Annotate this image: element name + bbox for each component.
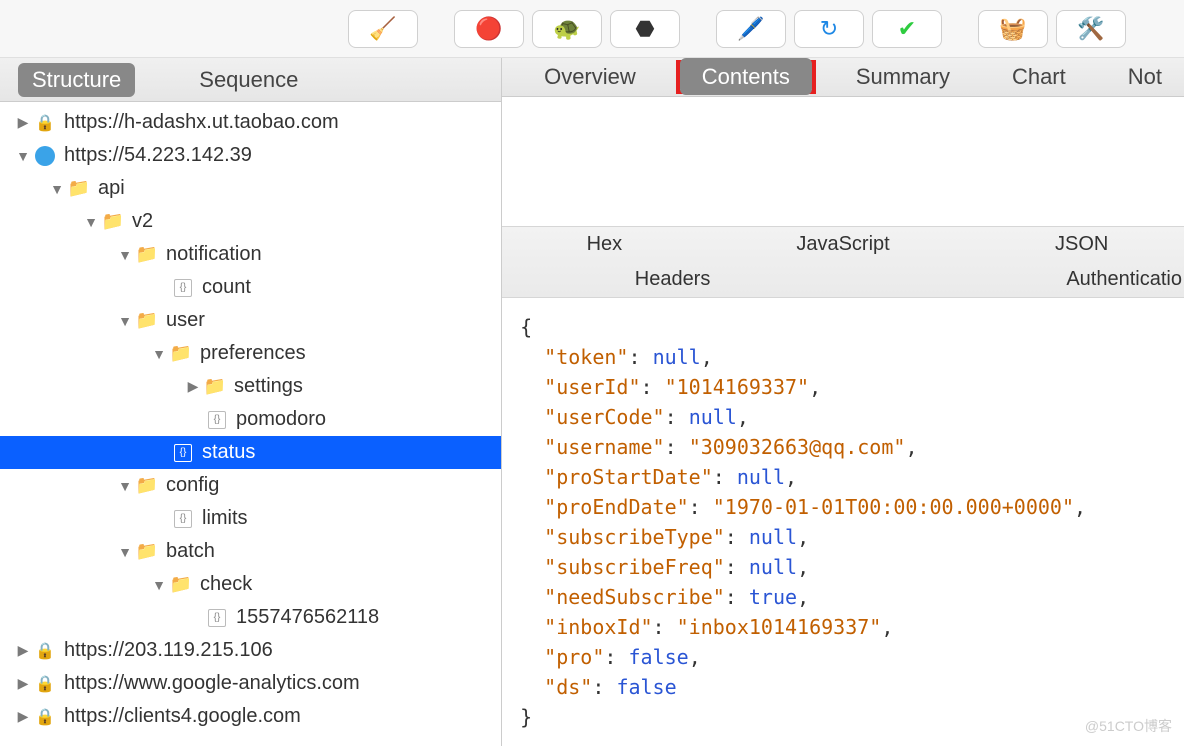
lock-icon: 🔒 (32, 707, 58, 727)
watermark: @51CTO博客 (1085, 716, 1172, 736)
chevron-right-icon: ▶ (14, 708, 32, 725)
subtab-headers[interactable]: Headers (502, 262, 843, 297)
chevron-down-icon: ▼ (116, 544, 134, 560)
chevron-down-icon: ▼ (116, 313, 134, 329)
tab-contents[interactable]: Contents (680, 58, 812, 95)
tree-folder[interactable]: ▼📁api (0, 172, 501, 205)
tab-chart[interactable]: Chart (990, 58, 1088, 96)
tree-folder[interactable]: ▼📁preferences (0, 337, 501, 370)
file-icon: {} (170, 279, 196, 297)
subtab-json[interactable]: JSON (979, 227, 1184, 262)
tree-folder[interactable]: ▼📁notification (0, 238, 501, 271)
pen-icon: 🖊️ (737, 16, 764, 42)
folder-icon: 📁 (134, 310, 160, 331)
file-icon: {} (204, 411, 230, 429)
repeat-button[interactable]: ↻ (794, 10, 864, 48)
file-icon: {} (170, 510, 196, 528)
record-icon: 🔴 (475, 16, 502, 42)
lock-icon: 🔒 (32, 674, 58, 694)
tree-file[interactable]: {}limits (0, 502, 501, 535)
tree-folder[interactable]: ▶📁settings (0, 370, 501, 403)
tree-folder[interactable]: ▼📁user (0, 304, 501, 337)
toolbar: 🧹 🔴 🐢 ⬣ 🖊️ ↻ ✔ 🧺 🛠️ (0, 0, 1184, 58)
throttle-button[interactable]: 🐢 (532, 10, 602, 48)
chevron-down-icon: ▼ (116, 247, 134, 263)
tree-file-selected[interactable]: {}status (0, 436, 501, 469)
chevron-down-icon: ▼ (82, 214, 100, 230)
tree-host[interactable]: ▶🔒https://203.119.215.106 (0, 634, 501, 667)
folder-icon: 📁 (134, 541, 160, 562)
broom-icon: 🧹 (369, 16, 396, 42)
request-blank-area (502, 97, 1184, 226)
tree-host[interactable]: ▼https://54.223.142.39 (0, 139, 501, 172)
turtle-icon: 🐢 (553, 16, 580, 42)
chevron-right-icon: ▶ (14, 642, 32, 659)
tab-structure[interactable]: Structure (18, 63, 135, 97)
folder-icon: 📁 (134, 244, 160, 265)
tree-host[interactable]: ▶🔒https://clients4.google.com (0, 700, 501, 733)
breakpoint-button[interactable]: ⬣ (610, 10, 680, 48)
folder-icon: 📁 (168, 343, 194, 364)
record-button[interactable]: 🔴 (454, 10, 524, 48)
tree-folder[interactable]: ▼📁config (0, 469, 501, 502)
purchase-button[interactable]: 🧺 (978, 10, 1048, 48)
highlight-box: Contents (676, 60, 816, 94)
lock-icon: 🔒 (32, 113, 58, 133)
folder-icon: 📁 (168, 574, 194, 595)
tab-overview[interactable]: Overview (522, 58, 658, 96)
refresh-icon: ↻ (820, 16, 838, 42)
folder-icon: 📁 (202, 376, 228, 397)
chevron-right-icon: ▶ (14, 114, 32, 131)
folder-icon: 📁 (66, 178, 92, 199)
tree-folder[interactable]: ▼📁v2 (0, 205, 501, 238)
file-icon: {} (204, 609, 230, 627)
tree-file[interactable]: {}count (0, 271, 501, 304)
tools-button[interactable]: 🛠️ (1056, 10, 1126, 48)
broom-button[interactable]: 🧹 (348, 10, 418, 48)
tools-icon: 🛠️ (1077, 16, 1104, 42)
subtab-javascript[interactable]: JavaScript (707, 227, 980, 262)
tree-folder[interactable]: ▼📁check (0, 568, 501, 601)
tree: ▶🔒https://h-adashx.ut.taobao.com ▼https:… (0, 102, 501, 746)
json-viewer[interactable]: { "token": null, "userId": "1014169337",… (502, 298, 1184, 746)
edit-button[interactable]: 🖊️ (716, 10, 786, 48)
chevron-down-icon: ▼ (116, 478, 134, 494)
chevron-down-icon: ▼ (48, 181, 66, 197)
chevron-down-icon: ▼ (150, 577, 168, 593)
tree-file[interactable]: {}pomodoro (0, 403, 501, 436)
tree-host[interactable]: ▶🔒https://h-adashx.ut.taobao.com (0, 106, 501, 139)
chevron-right-icon: ▶ (14, 675, 32, 692)
lock-icon: 🔒 (32, 641, 58, 661)
right-tabs: Overview Contents Summary Chart Not (502, 58, 1184, 97)
chevron-right-icon: ▶ (184, 378, 202, 395)
tree-host[interactable]: ▶🔒https://www.google-analytics.com (0, 667, 501, 700)
chevron-down-icon: ▼ (14, 148, 32, 164)
subtab-hex[interactable]: Hex (502, 227, 707, 262)
subtab-authentication[interactable]: Authenticatio (843, 262, 1184, 297)
check-icon: ✔ (898, 16, 916, 42)
chevron-down-icon: ▼ (150, 346, 168, 362)
subtabs: Hex JavaScript JSON Headers Authenticati… (502, 226, 1184, 298)
right-panel: Overview Contents Summary Chart Not Hex … (502, 58, 1184, 746)
validate-button[interactable]: ✔ (872, 10, 942, 48)
tree-folder[interactable]: ▼📁batch (0, 535, 501, 568)
basket-icon: 🧺 (999, 16, 1026, 42)
tab-notes[interactable]: Not (1106, 58, 1184, 96)
folder-icon: 📁 (134, 475, 160, 496)
globe-icon (32, 146, 58, 166)
folder-icon: 📁 (100, 211, 126, 232)
tab-sequence[interactable]: Sequence (185, 63, 312, 97)
file-icon: {} (170, 444, 196, 462)
left-tabs: Structure Sequence (0, 58, 501, 102)
tree-file[interactable]: {}1557476562118 (0, 601, 501, 634)
tab-summary[interactable]: Summary (834, 58, 972, 96)
left-panel: Structure Sequence ▶🔒https://h-adashx.ut… (0, 58, 502, 746)
hexagon-icon: ⬣ (635, 16, 654, 42)
